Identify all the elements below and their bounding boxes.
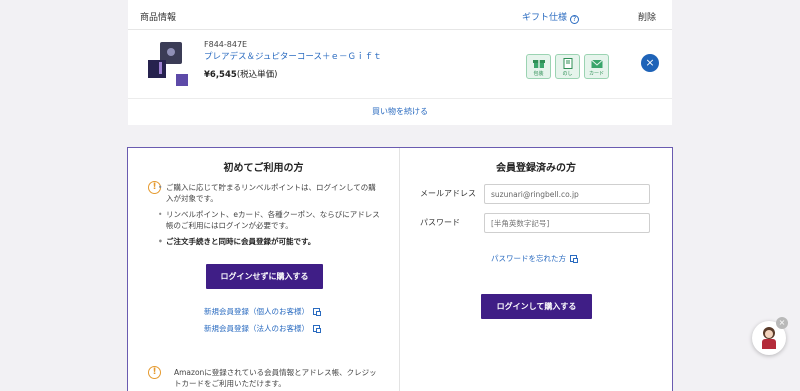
card-envelope-icon [590, 59, 603, 68]
gift-wrap-label: 包装 [533, 71, 544, 77]
guest-title: 初めてご利用の方 [223, 163, 304, 174]
member-login-button[interactable]: ログインして購入する [481, 294, 592, 319]
forgot-password-label[interactable]: パスワードを忘れた方 [491, 254, 566, 263]
member-title: 会員登録済みの方 [496, 163, 576, 174]
header-delete: 削除 [637, 13, 656, 23]
register-corporate-link[interactable]: 新規会員登録（法人のお客様） [204, 323, 321, 334]
guest-note-points: • ご購入に応じて貯まるリンベルポイントは、ログインしての購入が対象です。 [158, 183, 376, 203]
amazon-note: Amazonに登録されている会員情報とアドレス帳、クレジットカードをご利用いただ… [174, 368, 377, 388]
message-card-label: カード [588, 71, 604, 77]
product-price: ¥6,545(税込単価) [204, 68, 277, 80]
product-name-link[interactable]: プレアデス＆ジュピターコース＋ｅ－Ｇｉｆｔ [204, 50, 381, 62]
help-icon[interactable]: ? [570, 15, 580, 24]
delete-item-button[interactable]: × [641, 54, 659, 72]
noshi-icon [563, 58, 572, 69]
register-corporate-label[interactable]: 新規会員登録（法人のお客様） [204, 324, 309, 333]
checkout-login-panel: 初めてご利用の方 ! • ご購入に応じて貯まるリンベルポイントは、ログインしての購… [127, 147, 673, 391]
warning-icon: ! [148, 366, 161, 379]
guest-checkout-button[interactable]: ログインせずに購入する [206, 264, 323, 289]
guest-section: 初めてご利用の方 ! • ご購入に応じて貯まるリンベルポイントは、ログインしての購… [128, 148, 400, 391]
external-link-icon [570, 255, 578, 263]
external-link-icon [313, 308, 321, 316]
guest-note-login-required-text: リンベルポイント、eカード、各種クーポン、ならびにアドレス帳のご利用にはログイン… [166, 210, 380, 230]
header-gift-spec[interactable]: ギフト仕様? [522, 10, 580, 24]
product-image-card [148, 60, 166, 78]
guest-note-register: • ご注文手続きと同時に会員登録が可能です。 [158, 237, 316, 246]
member-section: 会員登録済みの方 メールアドレス パスワード パスワードを忘れた方 ログインして… [400, 148, 672, 391]
guest-note-login-required: • リンベルポイント、eカード、各種クーポン、ならびにアドレス帳のご利用にはログイ… [158, 210, 380, 230]
password-field[interactable] [484, 213, 650, 233]
external-link-icon [313, 325, 321, 333]
gift-spec-label[interactable]: ギフト仕様 [522, 13, 567, 23]
continue-shopping-link[interactable]: 買い物を続ける [128, 98, 672, 125]
message-card-button[interactable]: カード [584, 54, 609, 79]
chat-close-button[interactable]: × [776, 317, 788, 329]
product-thumbnail[interactable] [146, 40, 196, 90]
price-value: ¥6,545 [204, 70, 237, 80]
register-personal-link[interactable]: 新規会員登録（個人のお客様） [204, 306, 321, 317]
forgot-password-link[interactable]: パスワードを忘れた方 [491, 253, 578, 264]
gift-wrap-button[interactable]: 包装 [526, 54, 551, 79]
gift-box-icon [532, 60, 545, 68]
cart-card: 商品情報 ギフト仕様? 削除 F844-847E プレアデス＆ジュピターコース＋… [128, 0, 672, 125]
guest-note-points-text: ご購入に応じて貯まるリンベルポイントは、ログインしての購入が対象です。 [166, 183, 376, 203]
email-label: メールアドレス [420, 189, 476, 198]
assistant-body [762, 339, 776, 349]
product-image-small [176, 74, 188, 86]
noshi-button[interactable]: のし [555, 54, 580, 79]
noshi-label: のし [562, 71, 573, 77]
price-tax-note: (税込単価) [236, 70, 278, 80]
assistant-face [765, 330, 773, 338]
guest-note-register-text: ご注文手続きと同時に会員登録が可能です。 [166, 237, 316, 246]
product-code: F844-847E [204, 40, 248, 49]
register-personal-label[interactable]: 新規会員登録（個人のお客様） [204, 307, 309, 316]
password-label: パスワード [420, 218, 460, 227]
header-product-info: 商品情報 [140, 13, 177, 23]
email-field[interactable] [484, 184, 650, 204]
cart-header: 商品情報 ギフト仕様? 削除 [128, 0, 672, 30]
